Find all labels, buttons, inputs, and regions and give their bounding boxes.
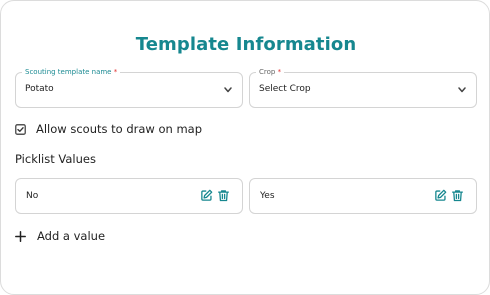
picklist-item-value: No xyxy=(26,191,39,201)
picklist-item-value: Yes xyxy=(260,191,275,201)
allow-draw-label: Allow scouts to draw on map xyxy=(36,122,203,136)
template-name-label: Scouting template name * xyxy=(22,66,121,78)
trash-icon[interactable] xyxy=(217,189,230,202)
crop-value: Select Crop xyxy=(259,84,311,94)
trash-icon[interactable] xyxy=(451,189,464,202)
template-name-value: Potato xyxy=(25,84,54,94)
picklist-heading: Picklist Values xyxy=(15,152,96,166)
picklist-item: No xyxy=(15,178,243,214)
chevron-down-icon xyxy=(458,87,466,93)
crop-label: Crop * xyxy=(256,66,285,78)
add-value-label: Add a value xyxy=(37,229,106,243)
picklist-item: Yes xyxy=(249,178,477,214)
add-value-button[interactable]: Add a value xyxy=(15,228,105,244)
template-info-card: Template Information Scouting template n… xyxy=(0,0,490,295)
allow-draw-checkbox[interactable] xyxy=(15,123,26,135)
allow-draw-option: Allow scouts to draw on map xyxy=(15,122,202,136)
edit-icon[interactable] xyxy=(200,189,213,202)
plus-icon xyxy=(15,230,26,242)
edit-icon[interactable] xyxy=(434,189,447,202)
template-name-select[interactable]: Scouting template name * Potato xyxy=(15,66,243,108)
chevron-down-icon xyxy=(224,87,232,93)
page-title: Template Information xyxy=(135,34,357,55)
crop-select[interactable]: Crop * Select Crop xyxy=(249,66,477,108)
